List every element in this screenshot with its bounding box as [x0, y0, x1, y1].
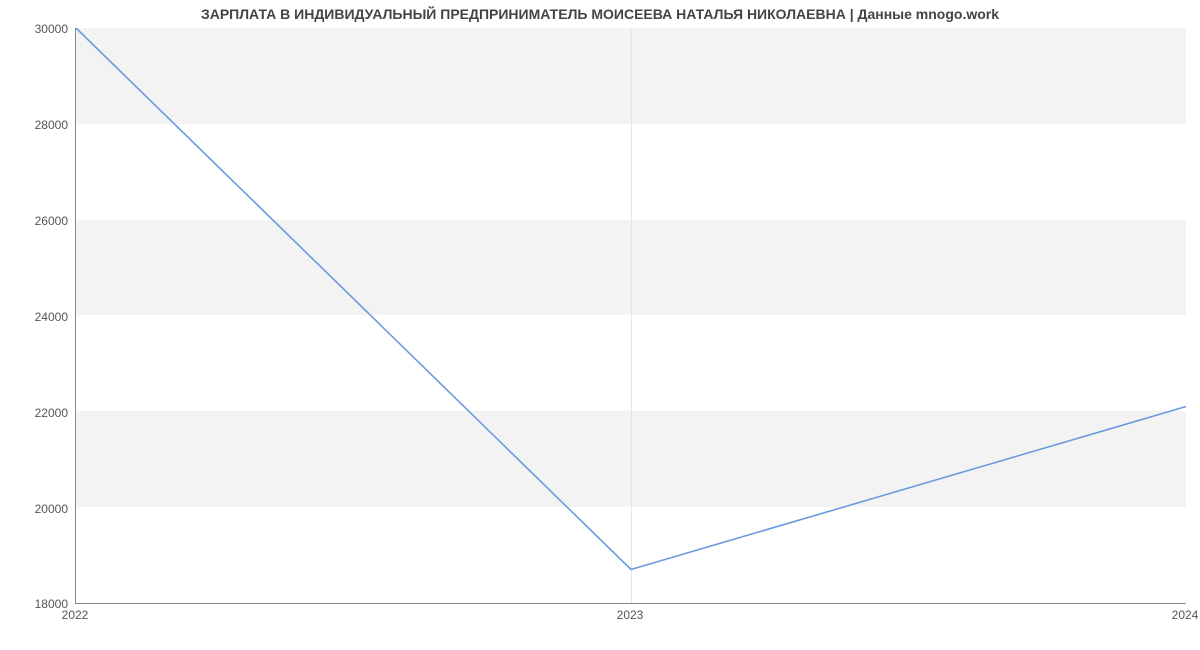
- y-tick-label: 28000: [13, 118, 68, 132]
- chart-title: ЗАРПЛАТА В ИНДИВИДУАЛЬНЫЙ ПРЕДПРИНИМАТЕЛ…: [0, 6, 1200, 22]
- x-tick-label: 2023: [617, 608, 644, 622]
- x-tick-label: 2022: [62, 608, 89, 622]
- y-tick-label: 24000: [13, 310, 68, 324]
- y-tick-label: 20000: [13, 502, 68, 516]
- plot-area: [75, 28, 1186, 604]
- y-tick-label: 30000: [13, 22, 68, 36]
- series-layer: [76, 28, 1186, 603]
- chart-container: ЗАРПЛАТА В ИНДИВИДУАЛЬНЫЙ ПРЕДПРИНИМАТЕЛ…: [0, 0, 1200, 650]
- series-line: [76, 28, 1186, 569]
- y-tick-label: 22000: [13, 406, 68, 420]
- x-tick-label: 2024: [1172, 608, 1199, 622]
- y-tick-label: 18000: [13, 597, 68, 611]
- y-tick-label: 26000: [13, 214, 68, 228]
